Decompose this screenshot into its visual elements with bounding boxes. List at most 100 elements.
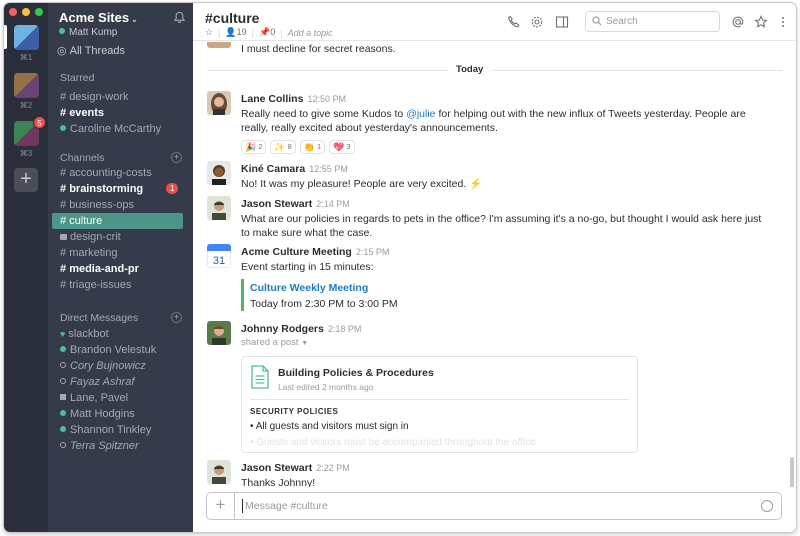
user-mention-link[interactable]: @julie [406, 108, 435, 120]
calendar-icon[interactable]: 31 [207, 244, 231, 268]
avatar[interactable] [207, 161, 231, 185]
star-icon[interactable]: ☆ [205, 27, 213, 38]
channel-meta: ☆ | 👤19 | 📌0 | Add a topic [205, 27, 333, 38]
avatar[interactable] [207, 196, 231, 220]
presence-icon [60, 125, 66, 131]
dm-item-fayaz-ashraf[interactable]: Fayaz Ashraf [48, 374, 193, 390]
active-team-indicator [4, 25, 7, 49]
channel-item-design-crit[interactable]: design-crit [48, 229, 193, 245]
party-popper-icon: 🎉 [245, 142, 257, 152]
team-3-badge: 5 [33, 116, 46, 129]
all-threads-link[interactable]: ◎ All Threads [57, 44, 125, 57]
hash-icon: # [60, 107, 70, 119]
event-title-link[interactable]: Culture Weekly Meeting [250, 279, 772, 297]
workspace-menu[interactable]: Acme Sites ⌄ [59, 10, 138, 25]
message-author[interactable]: Kiné Camara [241, 163, 305, 175]
team-1-button[interactable] [14, 25, 39, 50]
more-options-icon[interactable] [776, 15, 790, 29]
channel-title[interactable]: #culture [205, 10, 259, 26]
avatar[interactable] [207, 460, 231, 484]
dm-item-label: Terra Spitzner [70, 440, 139, 452]
message-timestamp[interactable]: 2:18 PM [328, 324, 362, 334]
pins-count[interactable]: 📌0 [259, 27, 275, 38]
emoji-icon[interactable] [761, 500, 773, 512]
team-2-shortcut: ⌘2 [19, 101, 33, 110]
team-2-button[interactable] [14, 73, 39, 98]
channel-item-marketing[interactable]: # marketing [48, 245, 193, 261]
message-text: Really need to give some Kudos to @julie… [241, 107, 772, 135]
dm-item-shannon-tinkley[interactable]: Shannon Tinkley [48, 422, 193, 438]
dm-item-lane-pavel[interactable]: Lane, Pavel [48, 390, 193, 406]
channel-item-culture[interactable]: # culture [52, 213, 183, 229]
channel-item-triage-issues[interactable]: # triage-issues [48, 277, 193, 293]
avatar[interactable] [207, 321, 231, 345]
post-card[interactable]: Building Policies & Procedures Last edit… [241, 356, 638, 453]
close-window-button[interactable] [9, 8, 17, 16]
message-timestamp[interactable]: 12:50 PM [307, 94, 346, 104]
starred-item-label: events [69, 107, 105, 119]
message-composer: + Message #culture [206, 492, 782, 520]
message-author[interactable]: Jason Stewart [241, 198, 312, 210]
message-timestamp[interactable]: 2:15 PM [356, 247, 390, 257]
reactions: 🎉 2 ✨ 8 👏 1 💖 3 [241, 140, 772, 154]
members-count[interactable]: 👤19 [225, 27, 246, 38]
mentions-icon[interactable] [731, 15, 745, 29]
reaction-party-popper[interactable]: 🎉 2 [241, 140, 267, 154]
add-team-button[interactable]: + [14, 168, 38, 192]
starred-item-caroline-mccarthy[interactable]: Caroline McCarthy [48, 121, 193, 137]
message-author[interactable]: Johnny Rodgers [241, 323, 324, 335]
gear-icon[interactable] [530, 15, 544, 29]
message-text: What are our policies in regards to pets… [241, 213, 762, 239]
reaction-count: 1 [317, 142, 322, 151]
message-timestamp[interactable]: 2:22 PM [316, 463, 350, 473]
team-1-shortcut: ⌘1 [19, 53, 33, 62]
dm-item-label: Lane, Pavel [70, 392, 129, 404]
dm-item-cory-bujnowicz[interactable]: Cory Bujnowicz [48, 358, 193, 374]
search-input[interactable]: Search [585, 11, 720, 32]
channel-item-accounting-costs[interactable]: # accounting-costs [48, 165, 193, 181]
details-pane-icon[interactable] [555, 15, 569, 29]
reaction-sparkles[interactable]: ✨ 8 [270, 140, 296, 154]
message-author[interactable]: Jason Stewart [241, 462, 312, 474]
hash-icon: # [60, 183, 70, 195]
channel-item-brainstorming[interactable]: # brainstorming 1 [48, 181, 193, 197]
post-title[interactable]: Building Policies & Procedures [278, 367, 434, 379]
reaction-clapping-hands[interactable]: 👏 1 [299, 140, 326, 154]
starred-item-events[interactable]: # events [48, 105, 193, 121]
shared-post-label[interactable]: shared a post ▼ [241, 337, 772, 348]
channels-section-title[interactable]: Channels [60, 152, 104, 164]
message-author[interactable]: Lane Collins [241, 93, 303, 105]
message-timestamp[interactable]: 12:55 PM [309, 164, 348, 174]
dm-item-brandon-velestuk[interactable]: Brandon Velestuk [48, 342, 193, 358]
dm-item-terra-spitzner[interactable]: Terra Spitzner [48, 438, 193, 454]
avatar[interactable] [207, 91, 231, 115]
message-scrollbar[interactable] [790, 457, 794, 487]
reaction-sparkling-heart[interactable]: 💖 3 [329, 140, 355, 154]
message-input[interactable]: Message #culture [245, 500, 328, 512]
current-user[interactable]: Matt Kump [59, 27, 117, 38]
window-controls [9, 8, 43, 16]
pin-icon: 📌 [259, 27, 271, 37]
dm-item-label: Matt Hodgins [70, 408, 135, 420]
message-timestamp[interactable]: 2:14 PM [316, 199, 350, 209]
starred-item-design-work[interactable]: # design-work [48, 89, 193, 105]
dm-item-matt-hodgins[interactable]: Matt Hodgins [48, 406, 193, 422]
minimize-window-button[interactable] [22, 8, 30, 16]
add-topic-link[interactable]: Add a topic [288, 28, 333, 38]
phone-icon[interactable] [507, 15, 521, 29]
reaction-count: 2 [258, 142, 263, 151]
maximize-window-button[interactable] [35, 8, 43, 16]
dm-item-slackbot[interactable]: ♥ slackbot [48, 326, 193, 342]
add-channel-button[interactable]: + [171, 152, 182, 163]
bell-icon[interactable] [173, 11, 186, 24]
starred-section-title[interactable]: Starred [60, 72, 94, 84]
attach-button[interactable]: + [207, 493, 235, 519]
caret-down-icon: ▼ [301, 340, 309, 347]
add-dm-button[interactable]: + [171, 312, 182, 323]
dm-section-title[interactable]: Direct Messages [60, 312, 138, 324]
channel-view: #culture ☆ | 👤19 | 📌0 | Add a topic Sear… [193, 3, 796, 532]
starred-items-icon[interactable] [754, 15, 768, 29]
channel-item-media-and-pr[interactable]: # media-and-pr [48, 261, 193, 277]
message-author[interactable]: Acme Culture Meeting [241, 246, 352, 258]
channel-item-business-ops[interactable]: # business-ops [48, 197, 193, 213]
